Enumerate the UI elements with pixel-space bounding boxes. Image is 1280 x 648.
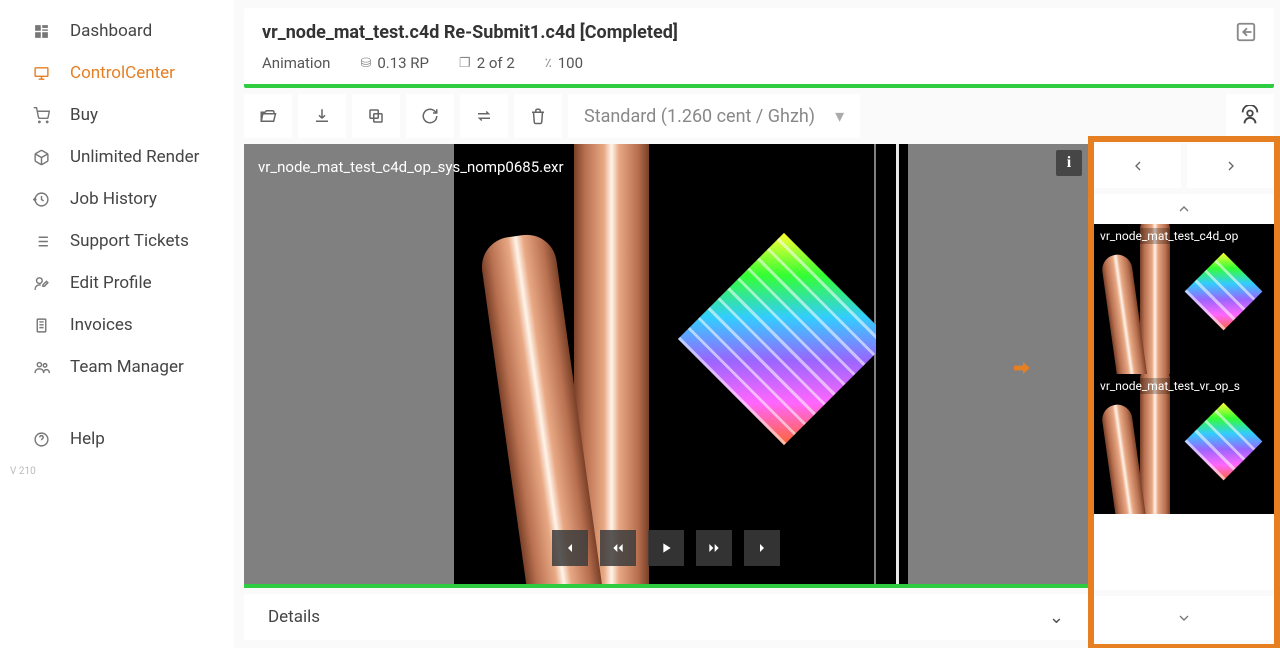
nav-history[interactable]: Job History <box>0 178 234 220</box>
list-icon <box>30 230 52 252</box>
layers-icon: ❐ <box>459 56 471 71</box>
file-icon <box>30 314 52 336</box>
nav-label: Support Tickets <box>70 231 189 251</box>
nav-label: Job History <box>70 189 157 209</box>
download-button[interactable] <box>298 94 346 138</box>
playback-controls <box>552 530 780 566</box>
highlight-arrow-icon <box>1014 360 1030 376</box>
frame-next-button[interactable] <box>744 530 780 566</box>
account-button[interactable] <box>1226 94 1274 138</box>
details-label: Details <box>268 607 320 627</box>
quality-select[interactable]: Standard (1.260 cent / Ghzh) ▾ <box>568 94 860 138</box>
open-button[interactable] <box>244 94 292 138</box>
toolbar: Standard (1.260 cent / Ghzh) ▾ <box>244 94 1274 138</box>
dashboard-icon <box>30 20 52 42</box>
refresh-button[interactable] <box>406 94 454 138</box>
nav-help[interactable]: Help <box>0 418 234 460</box>
chevron-down-icon: ⌄ <box>1049 607 1064 628</box>
thumbnail-item[interactable]: vr_node_mat_test_vr_op_s <box>1094 374 1274 514</box>
nav-invoices[interactable]: Invoices <box>0 304 234 346</box>
nav-label: Team Manager <box>70 357 184 377</box>
render-preview-strip <box>876 144 908 584</box>
info-button[interactable]: i <box>1056 150 1082 176</box>
monitor-icon <box>30 62 52 84</box>
nav-label: ControlCenter <box>70 63 175 83</box>
coin-icon: ⛁ <box>360 56 371 71</box>
fast-back-button[interactable] <box>600 530 636 566</box>
thumb-scroll-down-button[interactable] <box>1094 596 1274 640</box>
nav-label: Unlimited Render <box>70 147 199 167</box>
nav-label: Edit Profile <box>70 273 152 293</box>
cart-icon <box>30 104 52 126</box>
version-label: V 210 <box>0 460 234 483</box>
meta-progress: ❐2 of 2 <box>459 54 515 72</box>
nav-unlimited[interactable]: Unlimited Render <box>0 136 234 178</box>
nav-tickets[interactable]: Support Tickets <box>0 220 234 262</box>
thumb-nav-next-button[interactable] <box>1187 144 1274 188</box>
nav-dashboard[interactable]: Dashboard <box>0 10 234 52</box>
details-toggle[interactable]: Details ⌄ <box>244 594 1088 640</box>
play-button[interactable] <box>648 530 684 566</box>
swap-button[interactable] <box>460 94 508 138</box>
user-edit-icon <box>30 272 52 294</box>
exit-button[interactable] <box>1232 18 1260 46</box>
thumbnail-label: vr_node_mat_test_vr_op_s <box>1098 378 1270 394</box>
frame-prev-button[interactable] <box>552 530 588 566</box>
preview-viewport[interactable]: vr_node_mat_test_c4d_op_sys_nomp0685.exr… <box>244 144 1088 588</box>
thumbnail-item[interactable]: vr_node_mat_test_c4d_op <box>1094 224 1274 374</box>
meta-cost: ⛁0.13 RP <box>360 54 429 72</box>
nav-buy[interactable]: Buy <box>0 94 234 136</box>
history-icon <box>30 188 52 210</box>
job-header: vr_node_mat_test.c4d Re-Submit1.c4d [Com… <box>244 8 1274 88</box>
render-preview <box>454 144 874 584</box>
thumbnail-label: vr_node_mat_test_c4d_op <box>1098 228 1270 244</box>
thumb-scroll-up-button[interactable] <box>1094 194 1274 224</box>
meta-percent: ٪100 <box>545 54 583 72</box>
nav-label: Invoices <box>70 315 133 335</box>
delete-button[interactable] <box>514 94 562 138</box>
preview-filename: vr_node_mat_test_c4d_op_sys_nomp0685.exr <box>258 158 564 176</box>
nav-profile[interactable]: Edit Profile <box>0 262 234 304</box>
meta-type: Animation <box>262 54 330 72</box>
help-icon <box>30 428 52 450</box>
thumbnail-panel: vr_node_mat_test_c4d_op vr_node_mat_test… <box>1094 144 1274 640</box>
thumb-nav-prev-button[interactable] <box>1094 144 1181 188</box>
box-icon <box>30 146 52 168</box>
nav-label: Help <box>70 429 105 449</box>
percent-icon: ٪ <box>545 56 552 71</box>
sidebar: Dashboard ControlCenter Buy Unlimited Re… <box>0 0 234 648</box>
main-panel: vr_node_mat_test.c4d Re-Submit1.c4d [Com… <box>234 0 1280 648</box>
nav-label: Buy <box>70 105 98 125</box>
copy-button[interactable] <box>352 94 400 138</box>
nav-controlcenter[interactable]: ControlCenter <box>0 52 234 94</box>
job-title: vr_node_mat_test.c4d Re-Submit1.c4d [Com… <box>262 22 678 43</box>
chevron-down-icon: ▾ <box>835 106 844 127</box>
nav-label: Dashboard <box>70 21 152 41</box>
fast-forward-button[interactable] <box>696 530 732 566</box>
nav-team[interactable]: Team Manager <box>0 346 234 388</box>
team-icon <box>30 356 52 378</box>
